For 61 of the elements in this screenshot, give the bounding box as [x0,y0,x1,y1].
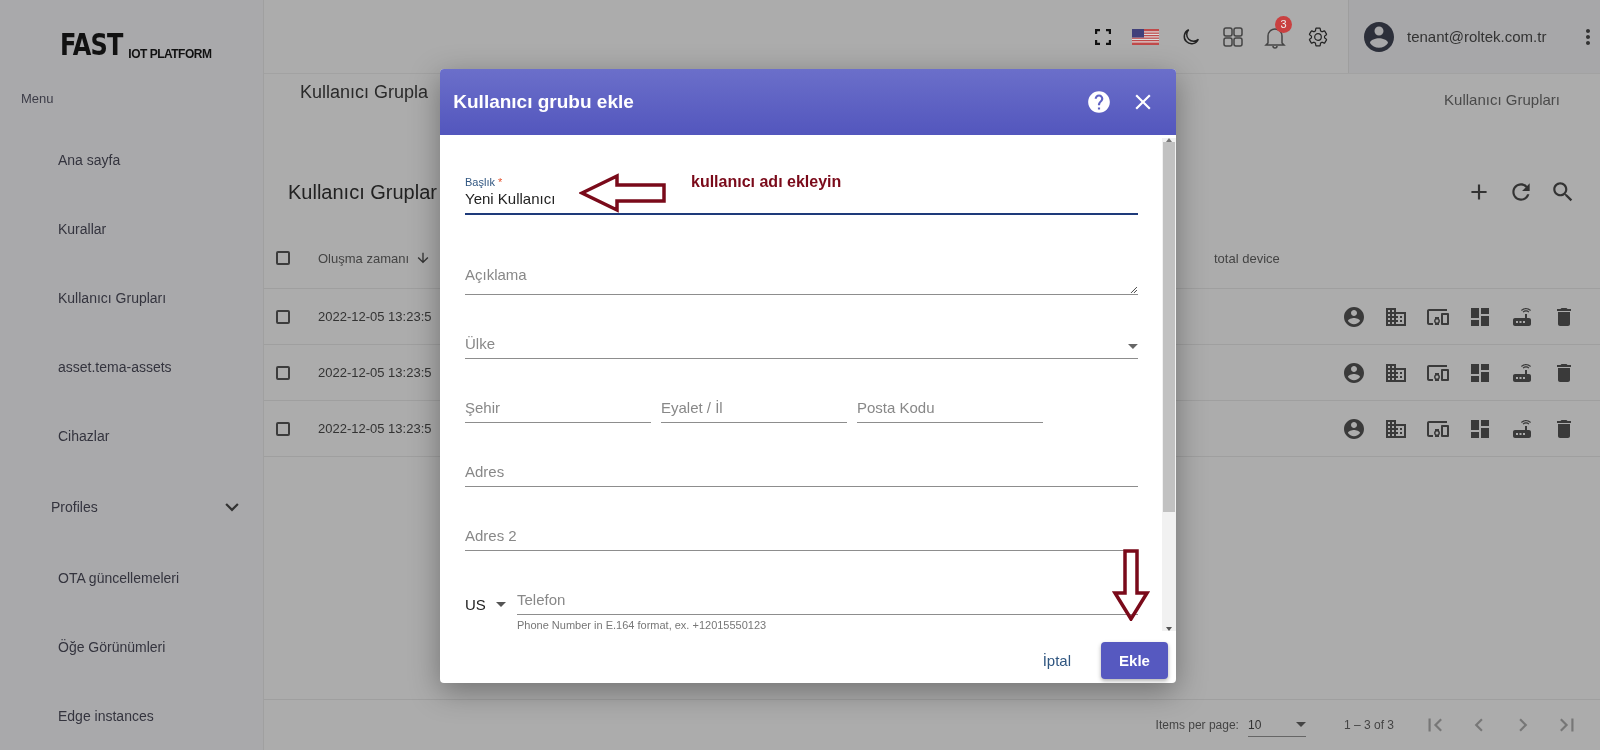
scrollbar[interactable] [1162,138,1176,631]
text-area[interactable]: Açıklama [465,266,1131,294]
dropdown-icon [1295,722,1306,727]
row-checkbox[interactable] [276,421,290,436]
account-icon[interactable] [1342,416,1366,441]
sidebar-item[interactable]: Ana sayfa [0,125,263,194]
input-field[interactable]: Şehir [465,399,651,423]
select-all-checkbox[interactable] [276,251,290,265]
settings-icon[interactable] [1307,25,1329,48]
user-email[interactable]: tenant@roltek.com.tr [1407,28,1566,45]
account-icon[interactable] [1342,304,1366,329]
sidebar-item[interactable]: Cihazlar [0,401,263,470]
page-size-select[interactable]: 10 [1247,713,1306,737]
cancel-button[interactable]: İptal [1038,643,1075,677]
fullscreen-icon[interactable] [1095,28,1111,45]
annotation-arrow [1112,549,1150,621]
sidebar-item[interactable]: Öğe Görünümleri [0,612,263,681]
breadcrumb[interactable]: Kullanıcı Grupları [1444,91,1560,156]
column-header[interactable]: Oluşma zamanı [318,250,410,266]
chevron-icon [225,501,239,512]
menu-heading: Menu [20,90,55,108]
sidebar-item[interactable]: Kurallar [0,194,263,263]
sidebar-group-label: Profiles [51,498,98,515]
page-range: 1 – 3 of 3 [1343,718,1394,732]
input-field[interactable]: Adres 2 [465,527,1138,551]
add-button[interactable]: Ekle [1101,641,1168,679]
table-cell: 2022-12-05 13:23:5 [318,365,432,380]
input-field[interactable]: Posta Kodu [857,399,1043,423]
sidebar-item[interactable]: Kullanıcı Grupları [0,263,263,332]
field-label: Başlık * [465,176,503,188]
notifications-button[interactable]: 3 [1264,15,1292,49]
table-cell: 2022-12-05 13:23:5 [318,421,432,436]
sidebar-item[interactable]: asset.tema-assets [0,332,263,401]
logo: FAST IOT PLATFORM [59,26,213,64]
sidebar-item[interactable]: Edge instances [0,681,263,750]
row-checkbox[interactable] [276,365,290,380]
row-checkbox[interactable] [276,309,290,324]
grid-icon[interactable] [1223,26,1243,47]
table-title: Kullanıcı Gruplar [288,180,437,204]
notification-badge: 3 [1275,15,1292,33]
scroll-down-icon[interactable] [1166,627,1172,631]
annotation-text: kullanıcı adı ekleyin [691,173,842,191]
country-code-select[interactable]: US [465,596,517,615]
items-per-page-label: Items per page: [1155,718,1239,732]
column-header[interactable]: total device [1214,250,1280,266]
input-field[interactable]: Eyalet / İl [661,399,847,423]
dropdown-icon[interactable] [1128,344,1138,349]
page-title: Kullanıcı Grupla [300,82,429,104]
input-field[interactable]: Telefon [517,591,1138,615]
select-field[interactable]: Ülke [465,335,1129,358]
sidebar-group[interactable]: Profiles [0,470,263,543]
table-cell: 2022-12-05 13:23:5 [318,309,432,324]
help-icon[interactable] [1086,89,1112,115]
resize-handle-icon[interactable] [1130,286,1138,294]
sidebar-item[interactable]: OTA güncellemeleri [0,543,263,612]
us-flag-icon[interactable] [1132,28,1159,45]
field-hint: Phone Number in E.164 format, ex. +12015550123 [517,619,768,631]
account-icon[interactable] [1342,360,1366,385]
dropdown-icon [495,602,506,607]
input-field[interactable]: Adres [465,463,1138,487]
dialog-title: Kullanıcı grubu ekle [452,91,635,113]
